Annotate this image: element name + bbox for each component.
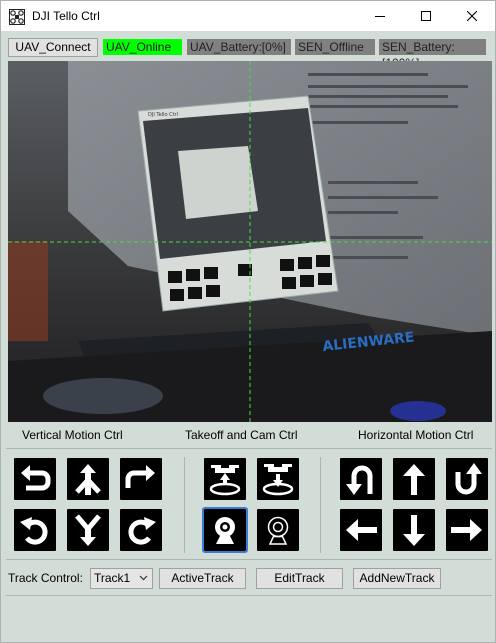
up-split-button[interactable] (67, 458, 109, 500)
arrow-up-icon (403, 464, 425, 495)
separator-top (6, 448, 492, 449)
takeoff-drone-icon (209, 465, 241, 496)
inner-window-title: DJI Tello Ctrl (148, 112, 178, 118)
track-control-label: Track Control: (8, 571, 83, 585)
right-button[interactable] (446, 509, 488, 551)
down-merge-button[interactable] (67, 509, 109, 551)
left-button[interactable] (340, 509, 382, 551)
arrow-left-icon (346, 519, 377, 541)
maximize-button[interactable] (403, 1, 449, 31)
land-button[interactable] (257, 458, 299, 500)
circular-cw-arrow-icon (128, 517, 156, 545)
camera-image: DJI Tello Ctrl ALIENWARE (8, 61, 492, 422)
track-select[interactable]: Track1 (90, 568, 153, 589)
sen-status: SEN_Offline (295, 39, 375, 55)
separator-right (320, 457, 321, 553)
turn-left-arrow-icon (21, 465, 51, 491)
minimize-icon (375, 16, 385, 17)
land-drone-icon (262, 464, 294, 496)
takeoff-cam-label: Takeoff and Cam Ctrl (185, 428, 298, 442)
webcam-icon (215, 517, 235, 544)
separator-bottom (6, 559, 492, 560)
close-button[interactable] (449, 1, 495, 31)
circular-ccw-arrow-icon (20, 517, 48, 545)
uav-battery-status: UAV_Battery:[0%] (187, 39, 291, 55)
separator-left (184, 457, 185, 553)
u-turn-down-arrow-icon (346, 465, 373, 495)
edit-track-button[interactable]: EditTrack (256, 568, 343, 589)
merge-down-arrow-icon (75, 514, 101, 546)
app-window: DJI Tello Ctrl UAV_Connect UAV_Online UA… (0, 0, 496, 643)
u-turn-right-button[interactable] (446, 458, 488, 500)
u-turn-up-arrow-icon (455, 463, 482, 495)
camera-off-button[interactable] (257, 509, 299, 551)
turn-right-arrow-icon (125, 465, 155, 488)
spin-cw-button[interactable] (120, 509, 162, 551)
sen-battery-status: SEN_Battery:[100%] (379, 39, 486, 70)
title-bar: DJI Tello Ctrl (1, 1, 495, 31)
rotate-cw-button[interactable] (120, 458, 162, 500)
uav-connect-button[interactable]: UAV_Connect (8, 38, 98, 57)
vertical-motion-label: Vertical Motion Ctrl (22, 428, 123, 442)
spin-ccw-button[interactable] (14, 509, 56, 551)
uav-online-status: UAV_Online (103, 39, 182, 55)
chevron-down-icon (139, 575, 148, 581)
forward-button[interactable] (393, 458, 435, 500)
active-track-button[interactable]: ActiveTrack (159, 568, 246, 589)
video-feed: DJI Tello Ctrl ALIENWARE (8, 61, 492, 422)
add-new-track-button[interactable]: AddNewTrack (353, 568, 441, 589)
separator-footer (6, 595, 492, 596)
track-select-value: Track1 (94, 571, 131, 585)
arrow-right-icon (451, 519, 482, 541)
arrow-down-icon (403, 515, 425, 546)
drone-app-icon (9, 9, 25, 25)
maximize-icon (421, 11, 431, 21)
split-up-arrow-icon (75, 464, 101, 495)
rotate-ccw-button[interactable] (14, 458, 56, 500)
window-title: DJI Tello Ctrl (32, 9, 100, 23)
camera-on-button[interactable] (202, 507, 248, 553)
u-turn-left-button[interactable] (340, 458, 382, 500)
horizontal-motion-label: Horizontal Motion Ctrl (358, 428, 474, 442)
close-icon (467, 11, 477, 21)
takeoff-button[interactable] (204, 458, 246, 500)
minimize-button[interactable] (357, 1, 403, 31)
webcam-outline-icon (267, 516, 289, 545)
backward-button[interactable] (393, 509, 435, 551)
